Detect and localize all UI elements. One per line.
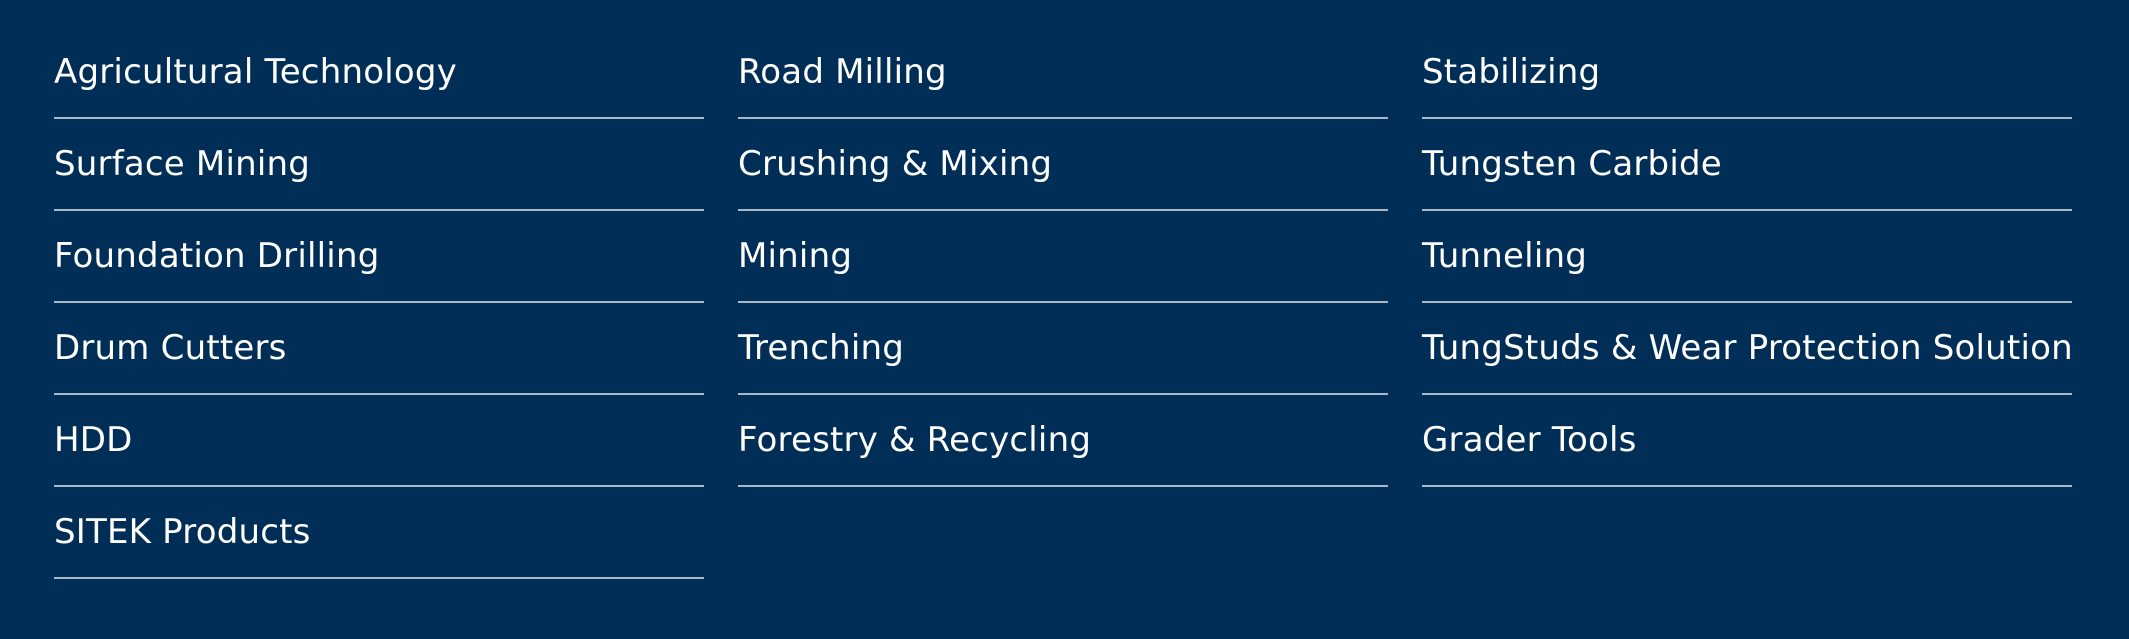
menu-item-label: Foundation Drilling	[54, 236, 380, 276]
menu-item-label: Drum Cutters	[54, 328, 287, 368]
menu-item-forestry-recycling[interactable]: Forestry & Recycling	[738, 395, 1388, 487]
menu-item-label: Tungsten Carbide	[1422, 144, 1722, 184]
menu-column-1: Agricultural Technology Surface Mining F…	[54, 27, 704, 579]
menu-item-label: SITEK Products	[54, 512, 311, 552]
menu-column-3: Stabilizing Tungsten Carbide Tunneling T…	[1422, 27, 2073, 487]
menu-item-surface-mining[interactable]: Surface Mining	[54, 119, 704, 211]
menu-item-label: Mining	[738, 236, 853, 276]
menu-item-label: TungStuds & Wear Protection Solution	[1422, 328, 2073, 368]
menu-item-label: Crushing & Mixing	[738, 144, 1053, 184]
menu-item-agricultural-technology[interactable]: Agricultural Technology	[54, 27, 704, 119]
menu-item-drum-cutters[interactable]: Drum Cutters	[54, 303, 704, 395]
menu-item-label: Agricultural Technology	[54, 52, 457, 92]
menu-item-label: HDD	[54, 420, 133, 460]
menu-item-mining[interactable]: Mining	[738, 211, 1388, 303]
menu-item-label: Grader Tools	[1422, 420, 1637, 460]
menu-item-trenching[interactable]: Trenching	[738, 303, 1388, 395]
menu-item-tungstuds-wear-protection-solution[interactable]: TungStuds & Wear Protection Solution	[1422, 303, 2073, 395]
menu-item-label: Stabilizing	[1422, 52, 1601, 92]
application-menu: Agricultural Technology Surface Mining F…	[0, 0, 2129, 639]
menu-item-label: Surface Mining	[54, 144, 311, 184]
menu-column-2: Road Milling Crushing & Mixing Mining Tr…	[738, 27, 1388, 487]
menu-item-label: Trenching	[738, 328, 905, 368]
menu-item-tunneling[interactable]: Tunneling	[1422, 211, 2072, 303]
menu-item-label: Tunneling	[1422, 236, 1587, 276]
menu-item-grader-tools[interactable]: Grader Tools	[1422, 395, 2072, 487]
menu-item-tungsten-carbide[interactable]: Tungsten Carbide	[1422, 119, 2072, 211]
menu-item-foundation-drilling[interactable]: Foundation Drilling	[54, 211, 704, 303]
menu-item-crushing-mixing[interactable]: Crushing & Mixing	[738, 119, 1388, 211]
menu-item-label: Forestry & Recycling	[738, 420, 1092, 460]
menu-item-sitek-products[interactable]: SITEK Products	[54, 487, 704, 579]
menu-item-label: Road Milling	[738, 52, 947, 92]
menu-item-hdd[interactable]: HDD	[54, 395, 704, 487]
menu-item-road-milling[interactable]: Road Milling	[738, 27, 1388, 119]
menu-item-stabilizing[interactable]: Stabilizing	[1422, 27, 2072, 119]
